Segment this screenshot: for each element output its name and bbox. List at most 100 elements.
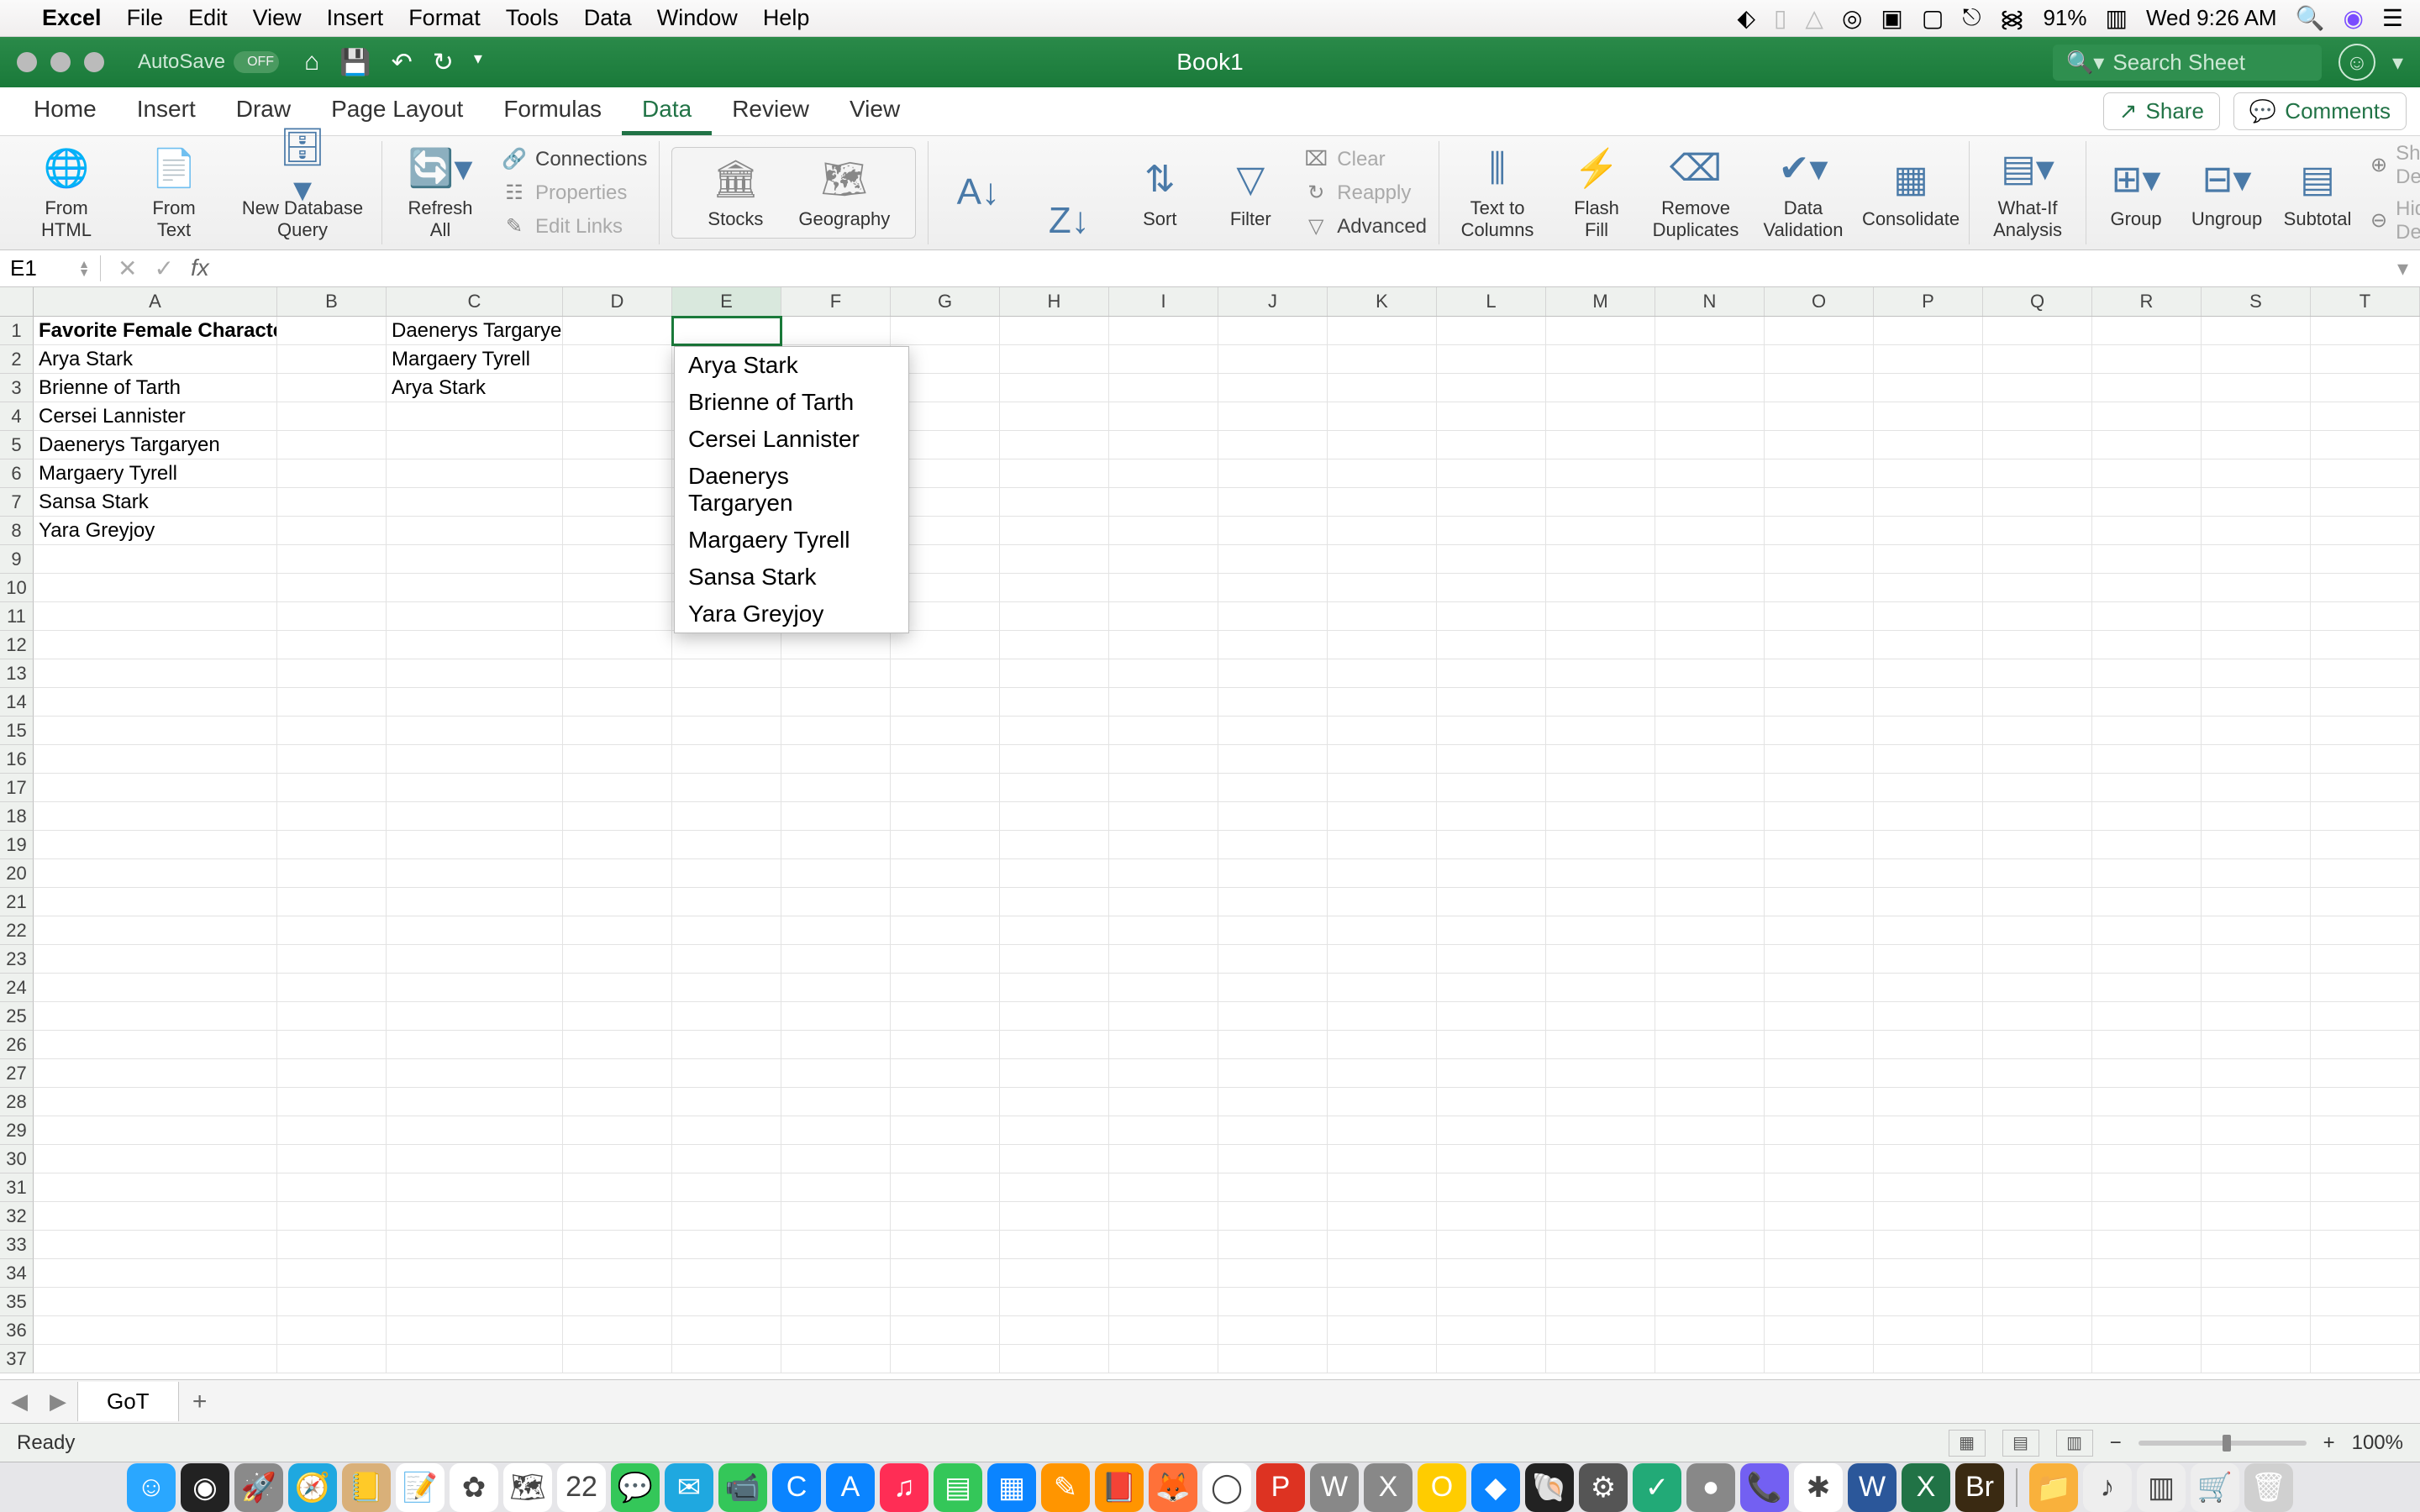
cell-N7[interactable] — [1655, 488, 1765, 517]
cell-A24[interactable] — [34, 974, 277, 1002]
cell-P37[interactable] — [1874, 1345, 1983, 1373]
cell-D31[interactable] — [563, 1173, 672, 1202]
cell-I23[interactable] — [1109, 945, 1218, 974]
cell-L22[interactable] — [1437, 916, 1546, 945]
cell-F22[interactable] — [781, 916, 891, 945]
cell-N12[interactable] — [1655, 631, 1765, 659]
cell-I29[interactable] — [1109, 1116, 1218, 1145]
cell-G27[interactable] — [891, 1059, 1000, 1088]
cell-D34[interactable] — [563, 1259, 672, 1288]
cell-B34[interactable] — [277, 1259, 387, 1288]
tab-formulas[interactable]: Formulas — [483, 87, 622, 135]
cell-J16[interactable] — [1218, 745, 1328, 774]
cell-K28[interactable] — [1328, 1088, 1437, 1116]
cell-A23[interactable] — [34, 945, 277, 974]
cell-K21[interactable] — [1328, 888, 1437, 916]
cell-N13[interactable] — [1655, 659, 1765, 688]
cell-S37[interactable] — [2202, 1345, 2311, 1373]
cell-A22[interactable] — [34, 916, 277, 945]
cell-N35[interactable] — [1655, 1288, 1765, 1316]
cell-M22[interactable] — [1546, 916, 1655, 945]
cell-I27[interactable] — [1109, 1059, 1218, 1088]
cell-N36[interactable] — [1655, 1316, 1765, 1345]
cell-I28[interactable] — [1109, 1088, 1218, 1116]
consolidate-button[interactable]: ▦Consolidate — [1865, 156, 1957, 229]
cell-B25[interactable] — [277, 1002, 387, 1031]
cell-A30[interactable] — [34, 1145, 277, 1173]
row-header[interactable]: 11 — [0, 602, 34, 631]
remove-duplicates-button[interactable]: ⌫Remove Duplicates — [1649, 145, 1742, 240]
cell-M19[interactable] — [1546, 831, 1655, 859]
cell-T14[interactable] — [2311, 688, 2420, 717]
cell-J24[interactable] — [1218, 974, 1328, 1002]
cell-I30[interactable] — [1109, 1145, 1218, 1173]
cell-L25[interactable] — [1437, 1002, 1546, 1031]
cell-L32[interactable] — [1437, 1202, 1546, 1231]
cell-E18[interactable] — [672, 802, 781, 831]
cell-L37[interactable] — [1437, 1345, 1546, 1373]
cell-D32[interactable] — [563, 1202, 672, 1231]
cell-M17[interactable] — [1546, 774, 1655, 802]
dock-app-bridge[interactable]: Br — [1955, 1463, 2004, 1512]
menu-tools[interactable]: Tools — [506, 5, 559, 31]
cell-M29[interactable] — [1546, 1116, 1655, 1145]
cell-M31[interactable] — [1546, 1173, 1655, 1202]
cell-N17[interactable] — [1655, 774, 1765, 802]
cell-N15[interactable] — [1655, 717, 1765, 745]
cell-G1[interactable] — [891, 317, 1000, 345]
dock-app-word[interactable]: W — [1848, 1463, 1897, 1512]
cell-T7[interactable] — [2311, 488, 2420, 517]
cell-G18[interactable] — [891, 802, 1000, 831]
cell-I37[interactable] — [1109, 1345, 1218, 1373]
column-header-H[interactable]: H — [1000, 287, 1109, 316]
cell-N29[interactable] — [1655, 1116, 1765, 1145]
cell-B30[interactable] — [277, 1145, 387, 1173]
cell-K37[interactable] — [1328, 1345, 1437, 1373]
cell-F30[interactable] — [781, 1145, 891, 1173]
dock-app-contacts[interactable]: 📒 — [342, 1463, 391, 1512]
cell-L20[interactable] — [1437, 859, 1546, 888]
cell-K36[interactable] — [1328, 1316, 1437, 1345]
row-header[interactable]: 24 — [0, 974, 34, 1002]
dock-app-o[interactable]: O — [1418, 1463, 1466, 1512]
cell-N10[interactable] — [1655, 574, 1765, 602]
cell-H2[interactable] — [1000, 345, 1109, 374]
cell-A14[interactable] — [34, 688, 277, 717]
column-header-G[interactable]: G — [891, 287, 1000, 316]
cell-O17[interactable] — [1765, 774, 1874, 802]
cell-B5[interactable] — [277, 431, 387, 459]
cell-Q28[interactable] — [1983, 1088, 2092, 1116]
dock-app-app8[interactable]: 🛒 — [2191, 1463, 2239, 1512]
siri-icon[interactable]: ◉ — [2343, 4, 2363, 32]
cell-N26[interactable] — [1655, 1031, 1765, 1059]
cell-C34[interactable] — [387, 1259, 563, 1288]
cell-N24[interactable] — [1655, 974, 1765, 1002]
cell-I1[interactable] — [1109, 317, 1218, 345]
cell-G29[interactable] — [891, 1116, 1000, 1145]
sort-asc-button[interactable]: A↓ — [940, 170, 1016, 217]
cell-H24[interactable] — [1000, 974, 1109, 1002]
cell-N1[interactable] — [1655, 317, 1765, 345]
cell-E37[interactable] — [672, 1345, 781, 1373]
cell-Q35[interactable] — [1983, 1288, 2092, 1316]
cell-C20[interactable] — [387, 859, 563, 888]
cell-H34[interactable] — [1000, 1259, 1109, 1288]
cell-I16[interactable] — [1109, 745, 1218, 774]
cell-P4[interactable] — [1874, 402, 1983, 431]
cell-F20[interactable] — [781, 859, 891, 888]
spreadsheet-grid[interactable]: ABCDEFGHIJKLMNOPQRST 1Favorite Female Ch… — [0, 287, 2420, 1379]
cell-O7[interactable] — [1765, 488, 1874, 517]
cell-T22[interactable] — [2311, 916, 2420, 945]
cell-M33[interactable] — [1546, 1231, 1655, 1259]
cell-K6[interactable] — [1328, 459, 1437, 488]
dock-app-numbers[interactable]: ▤ — [934, 1463, 982, 1512]
cell-R10[interactable] — [2092, 574, 2202, 602]
cell-H15[interactable] — [1000, 717, 1109, 745]
cell-T28[interactable] — [2311, 1088, 2420, 1116]
cell-M24[interactable] — [1546, 974, 1655, 1002]
cell-M4[interactable] — [1546, 402, 1655, 431]
cell-O30[interactable] — [1765, 1145, 1874, 1173]
cell-K31[interactable] — [1328, 1173, 1437, 1202]
cell-Q17[interactable] — [1983, 774, 2092, 802]
filter-button[interactable]: ▽Filter — [1213, 156, 1288, 229]
